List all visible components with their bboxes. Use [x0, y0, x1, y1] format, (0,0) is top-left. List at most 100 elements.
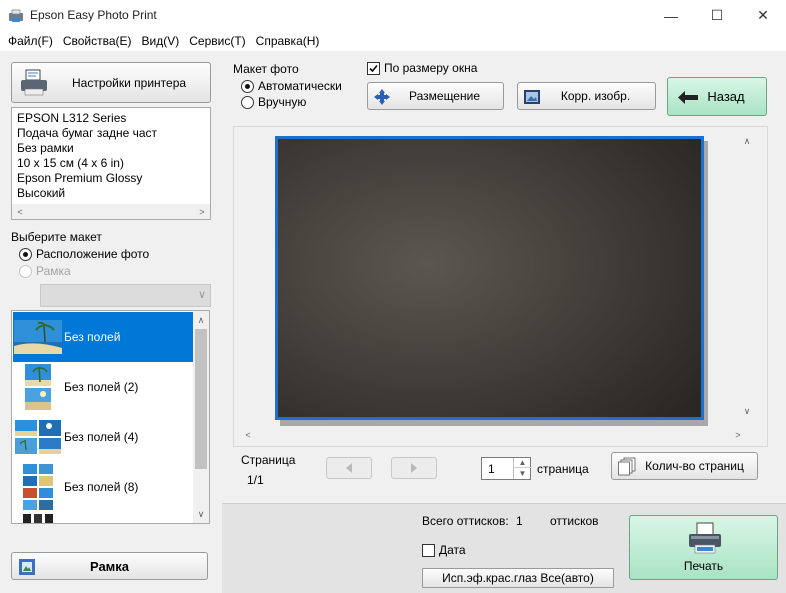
page-spinner[interactable]: 1 ▲ ▼: [481, 457, 531, 480]
layout-list-scrollbar[interactable]: ∧ ∨: [193, 311, 209, 523]
checkbox-unchecked-icon[interactable]: [422, 543, 435, 557]
window-title: Epson Easy Photo Print: [30, 8, 157, 22]
page-spinner-value: 1: [488, 462, 495, 476]
red-eye-button[interactable]: Исп.эф.крас.глаз Все(авто): [422, 568, 614, 588]
layout-mode-frame[interactable]: Рамка: [19, 264, 71, 278]
prev-page-button[interactable]: [326, 457, 372, 479]
layout-item-borderless[interactable]: Без полей: [13, 312, 193, 362]
spin-down-icon[interactable]: ▼: [514, 468, 531, 479]
layout-item-partial[interactable]: [13, 512, 193, 523]
prints-unit: оттисков: [550, 514, 599, 528]
layout-mode-frame-label: Рамка: [36, 264, 71, 278]
scroll-down-icon[interactable]: ∨: [195, 508, 207, 520]
layout-item-borderless-8[interactable]: Без полей (8): [13, 462, 193, 512]
printer-settings-button[interactable]: Настройки принтера: [11, 62, 211, 103]
total-prints-value: 1: [516, 514, 523, 528]
preview-photo[interactable]: [275, 136, 704, 420]
layout-auto-option[interactable]: Автоматически: [241, 79, 342, 93]
page-count-button[interactable]: Колич-во страниц: [611, 452, 758, 480]
info-hscrollbar[interactable]: < >: [12, 204, 210, 219]
layout-auto-label: Автоматически: [258, 79, 342, 93]
printer-icon: [689, 522, 721, 554]
correct-image-label: Корр. изобр.: [560, 89, 631, 103]
menu-file[interactable]: Файл(F): [4, 34, 57, 48]
layout-manual-option[interactable]: Вручную: [241, 95, 306, 109]
thumb-borderless-2-icon: [25, 364, 51, 410]
scroll-up-icon[interactable]: ∧: [195, 314, 207, 326]
spin-up-icon[interactable]: ▲: [514, 458, 531, 468]
layout-item-borderless-2[interactable]: Без полей (2): [13, 362, 193, 412]
layout-manual-label: Вручную: [258, 95, 307, 109]
fit-window-checkbox[interactable]: По размеру окна: [367, 61, 477, 75]
frame-select[interactable]: ∨: [40, 284, 211, 307]
chevron-down-icon: ∨: [197, 289, 206, 301]
choose-layout-label: Выберите макет: [11, 230, 102, 244]
menu-properties[interactable]: Свойства(E): [59, 34, 136, 48]
layout-item-label: Без полей (8): [64, 480, 139, 494]
thumb-borderless-4-icon: [15, 420, 61, 454]
layout-item-label: Без полей (2): [64, 380, 139, 394]
maximize-button[interactable]: ☐: [694, 0, 740, 31]
preview-photo-image: [278, 139, 701, 417]
info-printer-model: EPSON L312 Series: [17, 111, 127, 125]
radio-auto-icon[interactable]: [241, 79, 254, 93]
menu-service[interactable]: Сервис(T): [185, 34, 249, 48]
radio-photo-icon[interactable]: [19, 247, 32, 261]
printer-settings-icon: [21, 69, 47, 95]
menu-view[interactable]: Вид(V): [138, 34, 184, 48]
preview-vscrollbar[interactable]: ∧ ∨: [739, 131, 755, 421]
thumb-borderless-icon: [14, 320, 62, 354]
info-borders: Без рамки: [17, 141, 74, 155]
thumb-borderless-8-icon: [23, 464, 53, 510]
arrow-left-icon: [678, 91, 698, 104]
close-button[interactable]: ✕: [740, 0, 786, 31]
page-value: 1/1: [247, 473, 264, 487]
preview-hscrollbar[interactable]: < >: [238, 427, 741, 443]
maximize-icon: ☐: [710, 7, 724, 23]
scroll-thumb[interactable]: [195, 329, 207, 469]
next-page-button[interactable]: [391, 457, 437, 479]
printer-settings-label: Настройки принтера: [72, 75, 187, 90]
scroll-right-icon[interactable]: >: [196, 205, 208, 218]
frame-button-label: Рамка: [89, 558, 130, 574]
layout-mode-photo-label: Расположение фото: [36, 247, 150, 261]
info-paper-source: Подача бумаг задне част: [17, 126, 158, 140]
radio-frame-icon[interactable]: [19, 264, 32, 278]
checkbox-checked-icon[interactable]: [367, 61, 380, 75]
placement-label: Размещение: [409, 89, 480, 103]
back-button[interactable]: Назад: [667, 77, 767, 116]
info-quality: Высокий: [17, 186, 66, 200]
title-bar: Epson Easy Photo Print — ☐ ✕: [0, 0, 786, 31]
print-button[interactable]: Печать: [629, 515, 778, 580]
total-prints-label: Всего оттисков:: [422, 514, 509, 528]
app-icon: [9, 9, 23, 22]
scroll-left-icon[interactable]: <: [242, 429, 254, 441]
frame-button[interactable]: Рамка: [11, 552, 208, 580]
minimize-icon: —: [664, 7, 678, 24]
menu-help[interactable]: Справка(H): [252, 34, 324, 48]
layout-list: Без полей Без полей (2) Без полей (4) Бе…: [11, 310, 210, 524]
red-eye-label: Исп.эф.крас.глаз Все(авто): [442, 571, 594, 585]
scroll-right-icon[interactable]: >: [732, 429, 744, 441]
layout-mode-photo[interactable]: Расположение фото: [19, 247, 149, 261]
spinner-buttons: ▲ ▼: [513, 458, 531, 479]
correct-image-button[interactable]: Корр. изобр.: [517, 82, 656, 110]
triangle-left-icon: [346, 463, 352, 473]
menu-bar: Файл(F) Свойства(E) Вид(V) Сервис(T) Спр…: [0, 31, 786, 51]
image-correct-icon: [524, 90, 540, 104]
scroll-left-icon[interactable]: <: [14, 205, 26, 218]
thumb-partial-icon: [23, 514, 53, 523]
page-count-label: Колич-во страниц: [645, 459, 744, 473]
minimize-button[interactable]: —: [648, 0, 694, 31]
page-suffix: страница: [537, 462, 589, 476]
info-paper-type: Epson Premium Glossy: [17, 171, 143, 185]
layout-item-borderless-4[interactable]: Без полей (4): [13, 412, 193, 462]
scroll-up-icon[interactable]: ∧: [741, 135, 753, 147]
placement-button[interactable]: Размещение: [367, 82, 504, 110]
layout-item-label: Без полей: [64, 330, 121, 344]
date-checkbox[interactable]: Дата: [422, 543, 466, 557]
close-icon: ✕: [757, 7, 769, 23]
radio-manual-icon[interactable]: [241, 95, 254, 109]
triangle-right-icon: [411, 463, 417, 473]
scroll-down-icon[interactable]: ∨: [741, 405, 753, 417]
